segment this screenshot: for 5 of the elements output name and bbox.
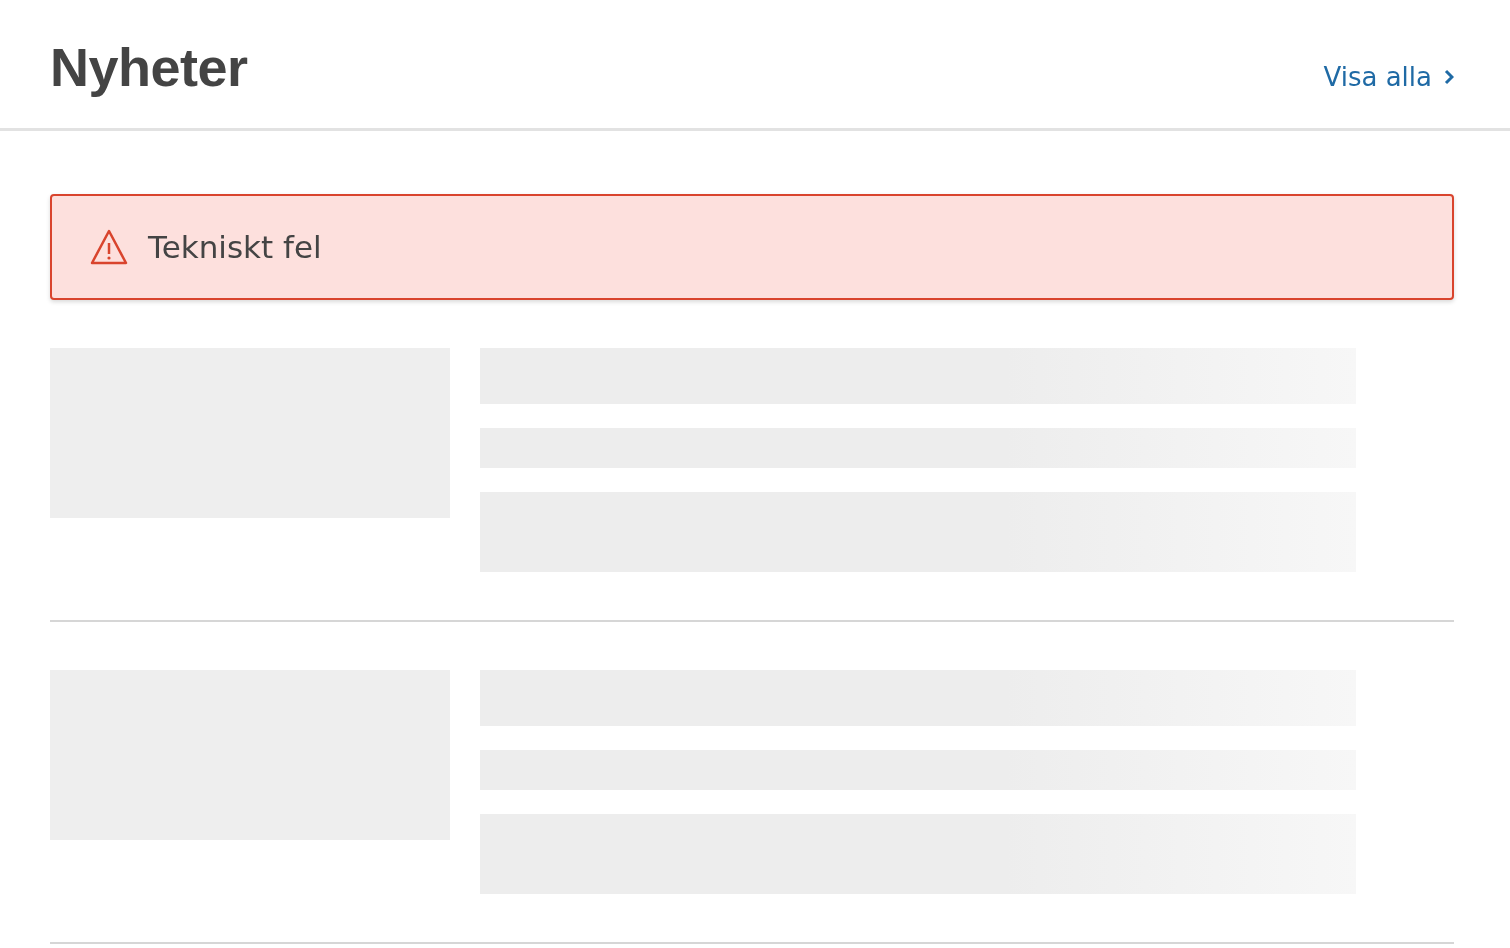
warning-icon [90, 229, 128, 265]
view-all-link[interactable]: Visa alla [1323, 62, 1454, 92]
chevron-right-icon [1444, 69, 1454, 85]
alert-message: Tekniskt fel [148, 229, 322, 265]
page-title: Nyheter [50, 36, 248, 98]
